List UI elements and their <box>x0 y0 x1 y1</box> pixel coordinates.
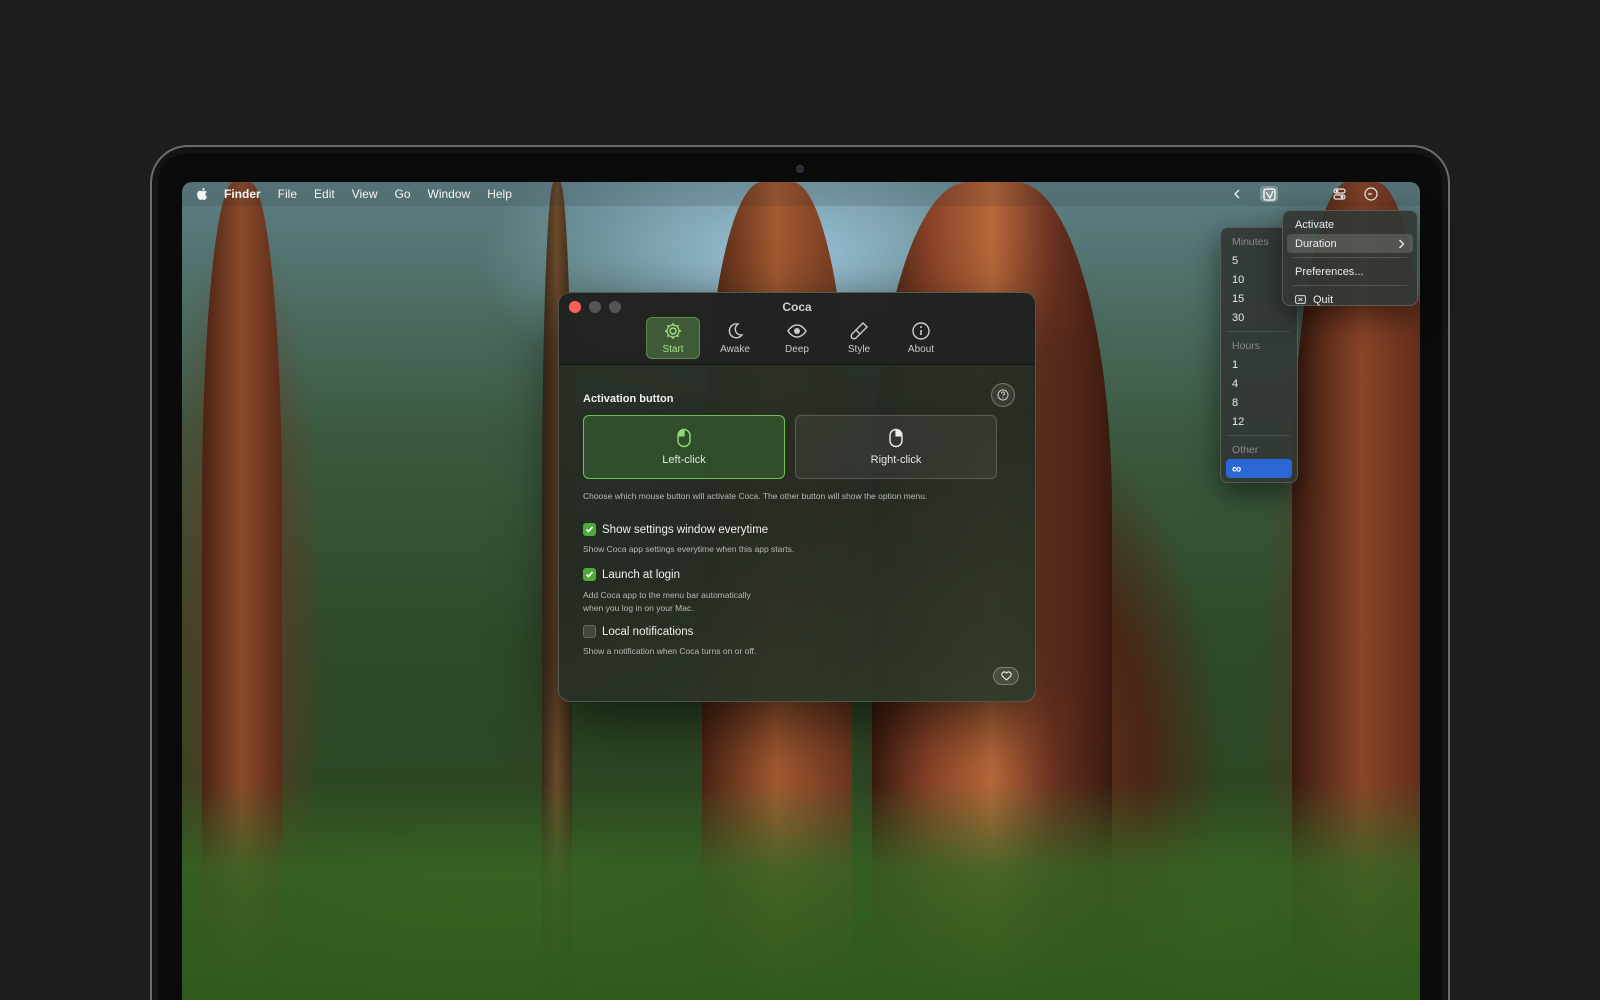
control-center-icon[interactable] <box>1330 186 1348 202</box>
gear-icon <box>665 323 681 339</box>
divider <box>1228 435 1290 436</box>
checkbox[interactable] <box>583 568 596 581</box>
window-titlebar: Coca Start Awake Deep Style About <box>559 293 1035 365</box>
coca-status-menu: Activate Duration Preferences... Quit <box>1282 210 1418 306</box>
right-click-option[interactable]: Right-click <box>795 415 997 479</box>
menu-activate[interactable]: Activate <box>1287 215 1413 234</box>
duration-infinite[interactable]: ∞ <box>1226 459 1292 478</box>
duration-4-hours[interactable]: 4 <box>1226 374 1292 393</box>
window-title: Coca <box>782 300 812 314</box>
menu-bar: Finder File Edit View Go Window Help <box>182 182 1420 206</box>
checkmark-icon <box>585 526 594 533</box>
hours-header: Hours <box>1232 339 1261 352</box>
info-icon <box>912 322 930 340</box>
support-button[interactable] <box>993 667 1019 685</box>
chevron-left-icon[interactable] <box>1228 186 1246 202</box>
mouse-right-icon <box>889 428 903 448</box>
apple-icon[interactable] <box>196 187 208 201</box>
menu-item-label: Activate <box>1295 218 1335 231</box>
tab-style[interactable]: Style <box>832 317 886 359</box>
menu-file[interactable]: File <box>278 187 297 201</box>
menu-help[interactable]: Help <box>487 187 512 201</box>
tab-awake[interactable]: Awake <box>708 317 762 359</box>
divider <box>1293 257 1407 258</box>
checkbox[interactable] <box>583 625 596 639</box>
forest-undergrowth <box>182 782 1420 1000</box>
other-header: Other <box>1232 443 1259 456</box>
settings-content: Activation button Left-click Right-click… <box>559 365 1035 656</box>
quit-icon <box>1295 295 1306 304</box>
choice-hint: Choose which mouse button will activate … <box>583 491 928 501</box>
left-click-option[interactable]: Left-click <box>583 415 785 479</box>
camera-icon <box>796 165 804 173</box>
duration-1-hour[interactable]: 1 <box>1226 355 1292 374</box>
option-label: Launch at login <box>602 568 681 581</box>
checkbox[interactable] <box>583 523 596 536</box>
option-hint: Show Coca app settings everytime when th… <box>583 544 795 554</box>
option-launch-login[interactable]: Launch at login <box>583 568 1011 581</box>
option-label: Show settings window everytime <box>602 523 769 536</box>
checkmark-icon <box>585 571 594 578</box>
duration-12-hours[interactable]: 12 <box>1226 412 1292 431</box>
menu-item-label: Duration <box>1295 237 1337 250</box>
option-show-settings[interactable]: Show settings window everytime <box>583 523 1011 536</box>
tab-start[interactable]: Start <box>646 317 700 359</box>
menu-edit[interactable]: Edit <box>314 187 335 201</box>
help-button[interactable] <box>991 383 1015 407</box>
heart-icon <box>1000 671 1012 681</box>
choice-label: Left-click <box>662 454 706 466</box>
menu-window[interactable]: Window <box>428 187 471 201</box>
menu-item-label: Quit <box>1313 293 1334 306</box>
divider <box>1228 331 1290 332</box>
duration-30-min[interactable]: 30 <box>1226 308 1292 327</box>
menu-bar-extras <box>1228 186 1380 202</box>
tab-label: About <box>907 344 935 355</box>
option-label: Local notifications <box>602 625 694 638</box>
menu-preferences[interactable]: Preferences... <box>1287 262 1413 281</box>
menu-go[interactable]: Go <box>395 187 411 201</box>
paintbrush-icon <box>850 322 868 340</box>
tab-deep[interactable]: Deep <box>770 317 824 359</box>
option-local-notifications[interactable]: Local notifications <box>583 625 1011 639</box>
option-hint: Add Coca app to the menu bar automatical… <box>583 590 751 614</box>
question-icon <box>997 389 1009 401</box>
section-title: Activation button <box>583 393 674 405</box>
chevron-right-icon <box>1399 239 1405 248</box>
tab-about[interactable]: About <box>894 317 948 359</box>
option-hint: Show a notification when Coca turns on o… <box>583 646 757 657</box>
coca-status-icon[interactable] <box>1260 186 1278 202</box>
tab-label: Style <box>847 344 871 355</box>
tab-bar: Start Awake Deep Style About <box>559 317 1035 359</box>
duration-8-hours[interactable]: 8 <box>1226 393 1292 412</box>
menu-view[interactable]: View <box>352 187 378 201</box>
clock-icon[interactable] <box>1362 186 1380 202</box>
divider <box>1293 285 1407 286</box>
menu-item-label: Preferences... <box>1295 265 1364 278</box>
mouse-left-icon <box>677 428 691 448</box>
tab-label: Deep <box>785 344 809 355</box>
choice-label: Right-click <box>870 454 922 466</box>
menu-quit[interactable]: Quit <box>1287 290 1413 309</box>
menu-duration[interactable]: Duration <box>1287 234 1413 253</box>
eye-icon <box>787 324 807 338</box>
coca-settings-window: Coca Start Awake Deep Style About Activa… <box>558 292 1036 702</box>
activation-choices: Left-click Right-click <box>583 415 1011 479</box>
moon-icon <box>728 323 744 339</box>
menu-finder[interactable]: Finder <box>224 187 261 201</box>
tab-label: Awake <box>720 344 750 355</box>
tab-label: Start <box>662 344 684 355</box>
